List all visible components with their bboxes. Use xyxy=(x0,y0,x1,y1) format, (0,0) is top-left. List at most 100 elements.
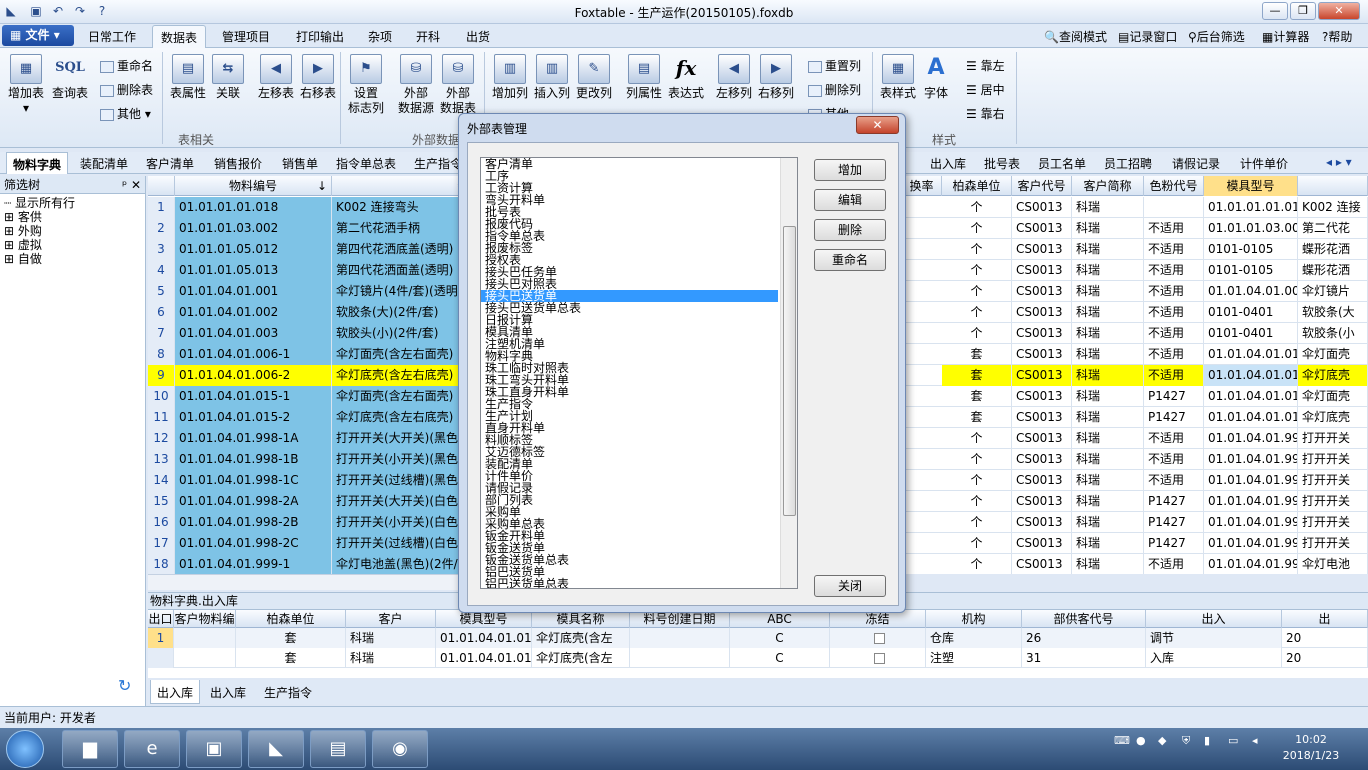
child-cell[interactable] xyxy=(630,628,730,648)
set-flag-column-button[interactable]: ⚑ 设置 标志列 xyxy=(344,54,388,118)
child-cell[interactable]: C xyxy=(730,648,830,668)
row-number[interactable]: 1 xyxy=(148,197,175,218)
cell-unit[interactable]: 套 xyxy=(942,344,1012,365)
cell-extra[interactable]: 打开开关 xyxy=(1298,449,1368,470)
cell-unit[interactable]: 个 xyxy=(942,428,1012,449)
cell-mold[interactable]: 01.01.04.01.99 xyxy=(1204,470,1298,491)
taskbar-clock[interactable]: 10:02 2018/1/23 xyxy=(1276,732,1346,764)
cell-unit[interactable]: 个 xyxy=(942,239,1012,260)
cell-cust[interactable]: CS0013 xyxy=(1012,449,1072,470)
row-number[interactable]: 18 xyxy=(148,554,175,574)
cell-cust[interactable]: CS0013 xyxy=(1012,260,1072,281)
row-number[interactable]: 9 xyxy=(148,365,175,386)
cell-extra[interactable]: 打开开关 xyxy=(1298,428,1368,449)
security-tray-icon[interactable]: ◆ xyxy=(1158,734,1166,747)
cell-extra[interactable]: 伞灯电池 xyxy=(1298,554,1368,574)
tree-item-virtual[interactable]: ⊞ 虚拟 xyxy=(4,238,145,252)
add-table-button[interactable]: ▦ 增加表 ▾ xyxy=(4,54,48,118)
cell-cust[interactable]: CS0013 xyxy=(1012,218,1072,239)
child-cell[interactable] xyxy=(174,628,236,648)
cell-color[interactable]: 不适用 xyxy=(1144,281,1204,302)
cell-abbr[interactable]: 科瑞 xyxy=(1072,197,1144,218)
freeze-checkbox[interactable] xyxy=(874,653,885,664)
delete-table-button[interactable]: 删除表 xyxy=(100,80,153,100)
cell-extra[interactable]: 伞灯面壳 xyxy=(1298,386,1368,407)
cell-cust[interactable]: CS0013 xyxy=(1012,323,1072,344)
cell-color[interactable]: P1427 xyxy=(1144,491,1204,512)
cell-unit[interactable]: 个 xyxy=(942,491,1012,512)
expression-button[interactable]: fx 表达式 xyxy=(664,54,708,118)
child-column-header[interactable]: 客户物料编号 xyxy=(174,610,236,644)
cell-code[interactable]: 01.01.04.01.015-2 xyxy=(175,407,332,428)
cell-abbr[interactable]: 科瑞 xyxy=(1072,533,1144,554)
child-cell[interactable] xyxy=(830,628,926,648)
cell-unit[interactable]: 套 xyxy=(942,386,1012,407)
cell-extra[interactable]: 打开开关 xyxy=(1298,470,1368,491)
cell-cust[interactable]: CS0013 xyxy=(1012,386,1072,407)
cell-extra[interactable]: 软胶条(小 xyxy=(1298,323,1368,344)
table-property-button[interactable]: ▤ 表属性 xyxy=(166,54,210,118)
cell-cust[interactable]: CS0013 xyxy=(1012,302,1072,323)
cell-cust[interactable]: CS0013 xyxy=(1012,197,1072,218)
cell-mold[interactable]: 0101-0105 xyxy=(1204,260,1298,281)
cell-mold[interactable]: 01.01.04.01.00 xyxy=(1204,281,1298,302)
minimize-button[interactable]: — xyxy=(1262,2,1288,20)
cell-color[interactable]: 不适用 xyxy=(1144,365,1204,386)
cell-unit[interactable]: 个 xyxy=(942,449,1012,470)
tree-item-customer-supplied[interactable]: ⊞ 客供 xyxy=(4,210,145,224)
tab-shipping[interactable]: 出货 xyxy=(466,28,490,45)
taskbar-foxtable-icon[interactable]: ◣ xyxy=(248,730,304,768)
cell-code[interactable]: 01.01.01.05.013 xyxy=(175,260,332,281)
cell-code[interactable]: 01.01.04.01.998-1A xyxy=(175,428,332,449)
cell-color[interactable]: 不适用 xyxy=(1144,239,1204,260)
cell-code[interactable]: 01.01.04.01.999-1 xyxy=(175,554,332,574)
grid-horizontal-scrollbar[interactable] xyxy=(148,574,458,590)
row-number[interactable]: 4 xyxy=(148,260,175,281)
row-number[interactable]: 3 xyxy=(148,239,175,260)
refresh-icon[interactable]: ↻ xyxy=(118,676,131,695)
cell-abbr[interactable]: 科瑞 xyxy=(1072,491,1144,512)
taskbar-ie-icon[interactable]: e xyxy=(124,730,180,768)
cell-mold[interactable]: 01.01.01.01.01 xyxy=(1204,197,1298,218)
tab-inout[interactable]: 出入库 xyxy=(930,155,966,172)
cell-abbr[interactable]: 科瑞 xyxy=(1072,218,1144,239)
cell-cust[interactable]: CS0013 xyxy=(1012,533,1072,554)
cell-cust[interactable]: CS0013 xyxy=(1012,365,1072,386)
move-table-left-button[interactable]: ◀ 左移表 xyxy=(254,54,298,118)
cell-color[interactable]: 不适用 xyxy=(1144,218,1204,239)
cell-color[interactable]: 不适用 xyxy=(1144,470,1204,491)
cell-mold[interactable]: 0101-0105 xyxy=(1204,239,1298,260)
cell-color[interactable]: 不适用 xyxy=(1144,449,1204,470)
volume-tray-icon[interactable]: ◂ xyxy=(1252,734,1258,747)
bottom-tab-production[interactable]: 生产指令 xyxy=(264,684,312,701)
tab-employees[interactable]: 员工名单 xyxy=(1038,155,1086,172)
pin-close-icon[interactable]: ᵖ ✕ xyxy=(122,176,141,194)
cell-abbr[interactable]: 科瑞 xyxy=(1072,554,1144,574)
cell-abbr[interactable]: 科瑞 xyxy=(1072,428,1144,449)
cell-code[interactable]: 01.01.01.01.018 xyxy=(175,197,332,218)
query-table-button[interactable]: SQL 查询表 xyxy=(48,54,92,118)
cell-color[interactable]: 不适用 xyxy=(1144,554,1204,574)
list-item[interactable]: 客户清单 xyxy=(481,158,778,171)
cell-unit[interactable]: 个 xyxy=(942,302,1012,323)
cell-unit[interactable]: 个 xyxy=(942,554,1012,574)
delete-button[interactable]: 删除 xyxy=(814,219,886,241)
calculator-button[interactable]: ▦计算器 xyxy=(1262,28,1309,45)
cell-code[interactable]: 01.01.01.03.002 xyxy=(175,218,332,239)
cell-abbr[interactable]: 科瑞 xyxy=(1072,470,1144,491)
child-cell[interactable]: 套 xyxy=(236,628,346,648)
cell-cust[interactable]: CS0013 xyxy=(1012,239,1072,260)
tab-kaike[interactable]: 开科 xyxy=(416,28,440,45)
child-column-header[interactable]: 部供客代号 xyxy=(1022,610,1146,628)
list-vertical-scrollbar[interactable] xyxy=(780,158,797,588)
taskbar-notepad-icon[interactable]: ▤ xyxy=(310,730,366,768)
child-cell[interactable]: 仓库 xyxy=(926,628,1022,648)
cell-extra[interactable]: 打开开关 xyxy=(1298,533,1368,554)
cell-abbr[interactable]: 科瑞 xyxy=(1072,260,1144,281)
cell-mold[interactable]: 01.01.04.01.01 xyxy=(1204,386,1298,407)
child-cell[interactable]: 科瑞 xyxy=(346,648,436,668)
bottom-tab-inout-2[interactable]: 出入库 xyxy=(210,684,246,701)
cell-abbr[interactable]: 科瑞 xyxy=(1072,512,1144,533)
cell-abbr[interactable]: 科瑞 xyxy=(1072,344,1144,365)
child-cell[interactable] xyxy=(148,648,174,668)
